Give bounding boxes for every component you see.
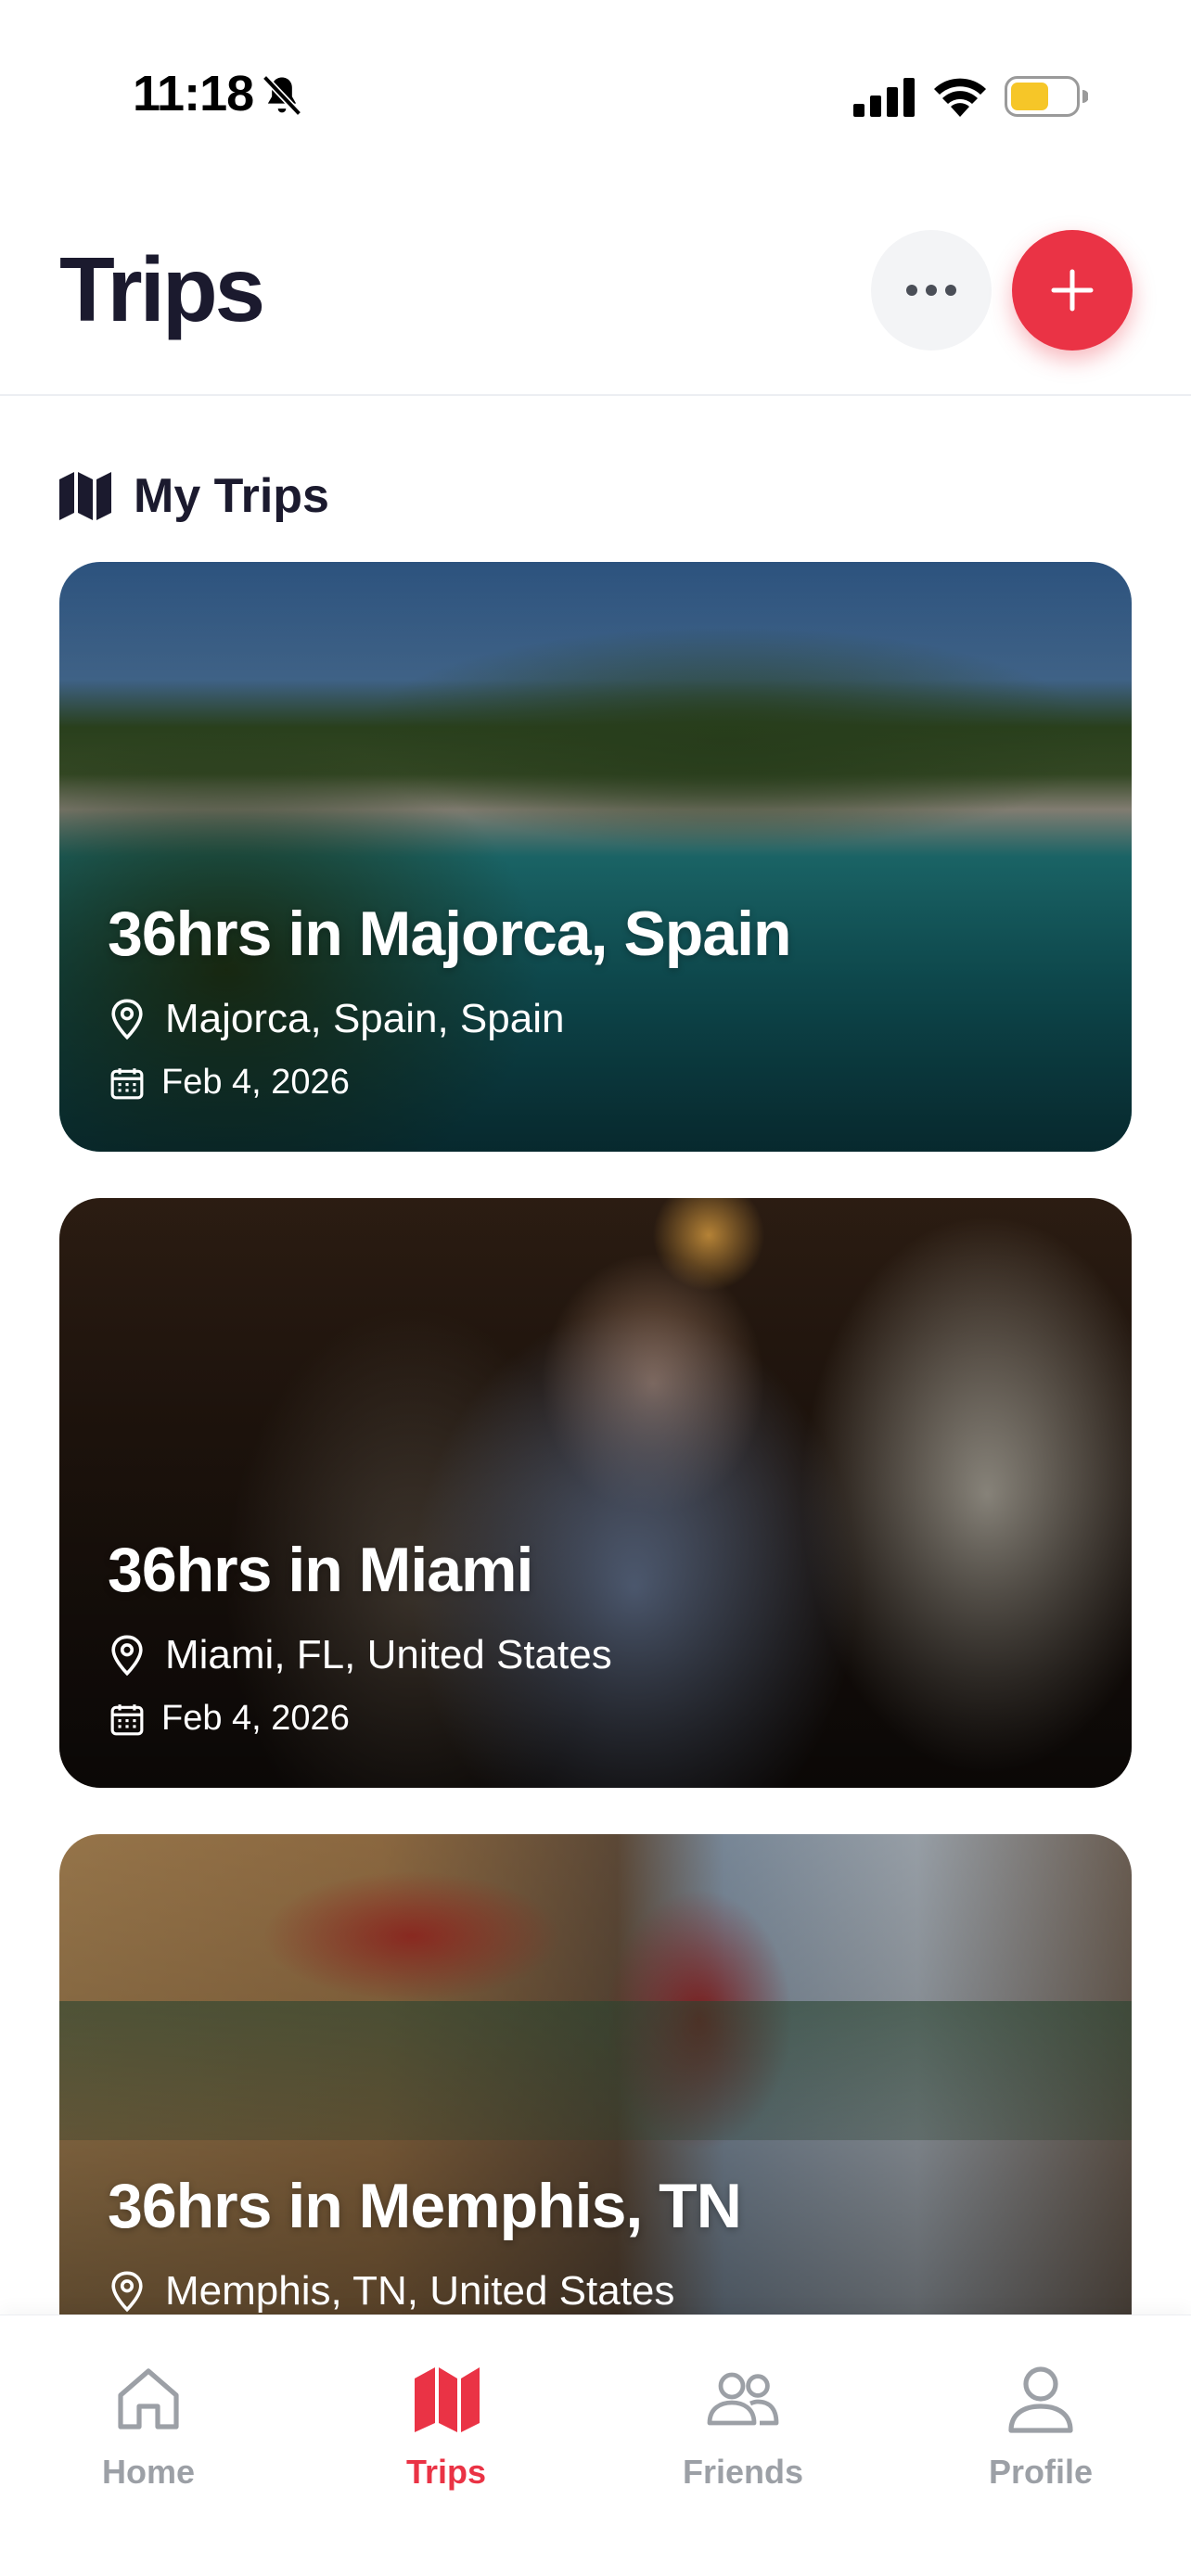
more-horizontal-icon bbox=[906, 285, 956, 296]
trip-title: 36hrs in Majorca, Spain bbox=[108, 899, 792, 969]
location-pin-icon bbox=[111, 1635, 143, 1677]
profile-icon bbox=[1008, 2366, 1073, 2433]
trip-location-text: Majorca, Spain, Spain bbox=[165, 996, 565, 1041]
trip-date-text: Feb 4, 2026 bbox=[161, 1063, 350, 1102]
calendar-icon bbox=[110, 1703, 144, 1735]
tab-bar: Home Trips Friends Profile bbox=[0, 2315, 1191, 2576]
tab-label: Friends bbox=[682, 2453, 804, 2491]
map-icon bbox=[415, 2367, 480, 2432]
trip-title: 36hrs in Miami bbox=[108, 1535, 533, 1605]
home-icon bbox=[118, 2368, 179, 2429]
location-pin-icon bbox=[111, 999, 143, 1040]
trip-date: Feb 4, 2026 bbox=[109, 1063, 350, 1103]
status-time: 11:18 bbox=[133, 66, 254, 121]
location-pin-icon bbox=[111, 2271, 143, 2313]
signal-icon bbox=[853, 78, 915, 117]
trip-card[interactable]: 36hrs in Miami Miami, FL, United States … bbox=[59, 1198, 1132, 1788]
page-title: Trips bbox=[59, 238, 265, 340]
tab-label: Home bbox=[101, 2453, 196, 2491]
more-options-button[interactable] bbox=[871, 230, 992, 351]
section-title: My Trips bbox=[134, 469, 329, 523]
trip-date-text: Feb 4, 2026 bbox=[161, 1699, 350, 1738]
plus-icon bbox=[1051, 269, 1094, 312]
trip-location-text: Memphis, TN, United States bbox=[165, 2268, 675, 2314]
wifi-icon bbox=[934, 78, 986, 117]
trip-location: Memphis, TN, United States bbox=[108, 2268, 674, 2315]
tab-trips[interactable]: Trips bbox=[344, 2362, 548, 2510]
battery-icon bbox=[1005, 76, 1088, 117]
friends-icon bbox=[707, 2372, 779, 2426]
trip-location: Majorca, Spain, Spain bbox=[108, 996, 564, 1042]
add-trip-button[interactable] bbox=[1012, 230, 1133, 351]
status-bar: 11:18 bbox=[0, 0, 1191, 185]
tab-label: Profile bbox=[988, 2453, 1094, 2491]
trip-title: 36hrs in Memphis, TN bbox=[108, 2171, 742, 2241]
trip-location: Miami, FL, United States bbox=[108, 1632, 612, 1678]
trip-card[interactable]: 36hrs in Majorca, Spain Majorca, Spain, … bbox=[59, 562, 1132, 1152]
trip-date: Feb 4, 2026 bbox=[109, 1699, 350, 1739]
tab-profile[interactable]: Profile bbox=[939, 2362, 1143, 2510]
map-icon bbox=[59, 472, 111, 520]
calendar-icon bbox=[110, 1067, 144, 1099]
bell-slash-icon bbox=[262, 74, 302, 117]
tab-label: Trips bbox=[405, 2453, 487, 2491]
trip-location-text: Miami, FL, United States bbox=[165, 1632, 612, 1677]
header: Trips bbox=[0, 185, 1191, 396]
tab-friends[interactable]: Friends bbox=[641, 2362, 845, 2510]
tab-home[interactable]: Home bbox=[46, 2362, 250, 2510]
section-header: My Trips bbox=[59, 464, 329, 529]
